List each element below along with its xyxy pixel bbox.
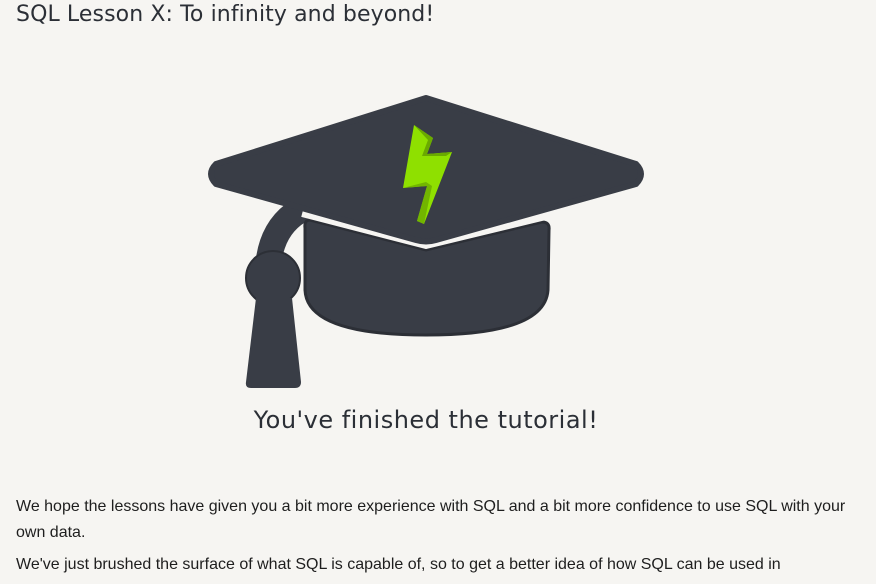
body-paragraph: We've just brushed the surface of what S… (16, 556, 781, 573)
finished-heading: You've finished the tutorial! (253, 406, 599, 434)
lesson-title: SQL Lesson X: To infinity and beyond! (16, 2, 435, 27)
body-paragraph: We hope the lessons have given you a bit… (16, 498, 846, 541)
tassel-knot (245, 250, 301, 306)
lesson-body: We hope the lessons have given you a bit… (16, 494, 846, 584)
tassel-fringe (245, 298, 301, 388)
graduation-cap-icon (208, 95, 644, 388)
